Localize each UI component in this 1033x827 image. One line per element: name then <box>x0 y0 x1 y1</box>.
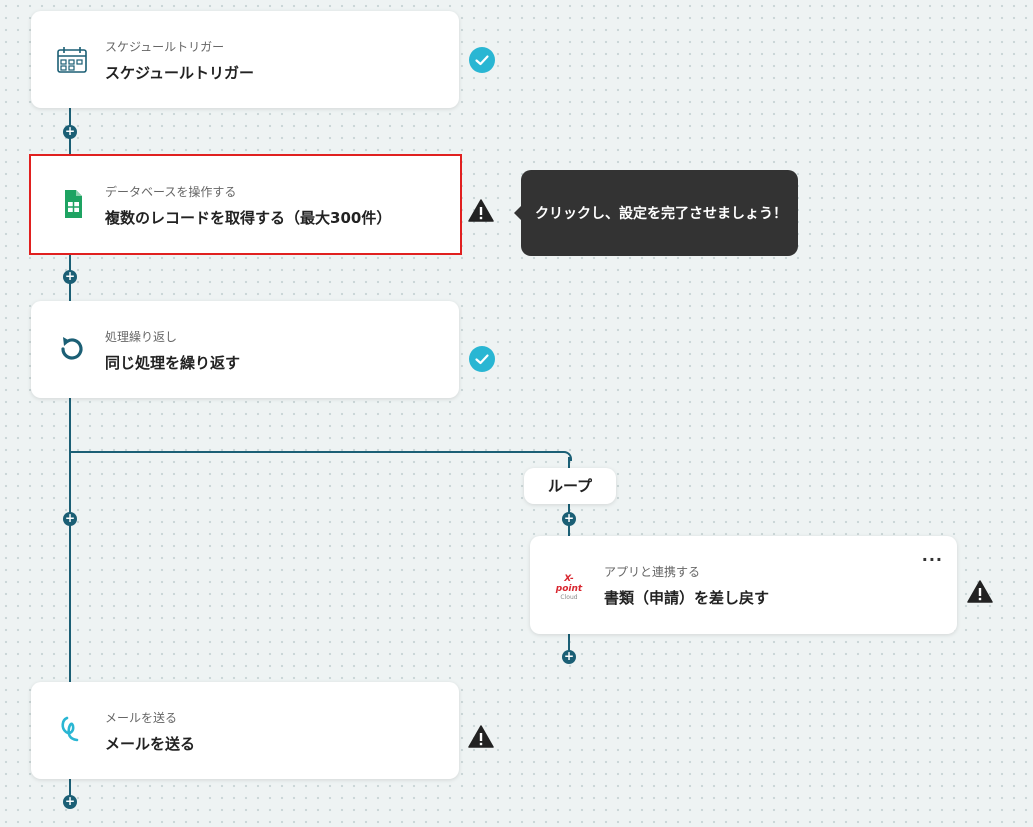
flow-line-loop-corner <box>562 451 572 461</box>
add-step-button[interactable]: + <box>562 650 576 664</box>
check-complete-icon <box>469 47 495 73</box>
xpoint-logo-sub: Cloud <box>560 594 578 601</box>
more-menu-button[interactable]: ... <box>922 546 943 565</box>
step-subtitle: データベースを操作する <box>105 185 237 199</box>
add-step-button[interactable]: + <box>63 512 77 526</box>
warning-icon <box>468 199 494 222</box>
setup-tooltip: クリックし、設定を完了させましょう！ <box>514 170 798 256</box>
check-complete-icon <box>469 346 495 372</box>
step-card-email[interactable]: メールを送る メールを送る <box>31 682 459 779</box>
tooltip-text: クリックし、設定を完了させましょう！ <box>535 206 787 222</box>
add-step-button[interactable]: + <box>63 125 77 139</box>
flow-line-loop-horizontal <box>70 451 564 453</box>
calendar-schedule-icon <box>57 47 87 73</box>
add-step-button[interactable]: + <box>562 512 576 526</box>
step-card-database[interactable]: データベースを操作する 複数のレコードを取得する（最大300件） <box>29 154 462 255</box>
loop-arrow-icon <box>61 337 83 360</box>
warning-icon <box>967 580 993 603</box>
step-subtitle: 処理繰り返し <box>105 330 178 344</box>
step-card-schedule-trigger[interactable]: スケジュールトリガー スケジュールトリガー <box>31 11 459 108</box>
warning-icon <box>468 725 494 748</box>
step-title: 複数のレコードを取得する（最大300件） <box>105 209 392 227</box>
add-step-button[interactable]: + <box>63 270 77 284</box>
step-subtitle: メールを送る <box>105 711 178 725</box>
step-subtitle: アプリと連携する <box>604 565 701 579</box>
step-title: 同じ処理を繰り返す <box>105 354 241 372</box>
mail-script-icon <box>61 716 79 742</box>
step-title: 書類（申請）を差し戻す <box>604 589 770 607</box>
google-sheets-icon <box>65 190 82 218</box>
step-title: メールを送る <box>105 735 196 753</box>
loop-label: ループ <box>524 468 616 504</box>
xpoint-cloud-logo: X-point Cloud <box>552 574 586 601</box>
step-subtitle: スケジュールトリガー <box>105 40 225 54</box>
xpoint-logo-text: X-point <box>555 574 583 594</box>
step-title: スケジュールトリガー <box>105 64 254 82</box>
step-card-loop[interactable]: 処理繰り返し 同じ処理を繰り返す <box>31 301 459 398</box>
add-step-button[interactable]: + <box>63 795 77 809</box>
step-card-xpoint[interactable]: X-point Cloud アプリと連携する 書類（申請）を差し戻す ... <box>530 536 957 634</box>
